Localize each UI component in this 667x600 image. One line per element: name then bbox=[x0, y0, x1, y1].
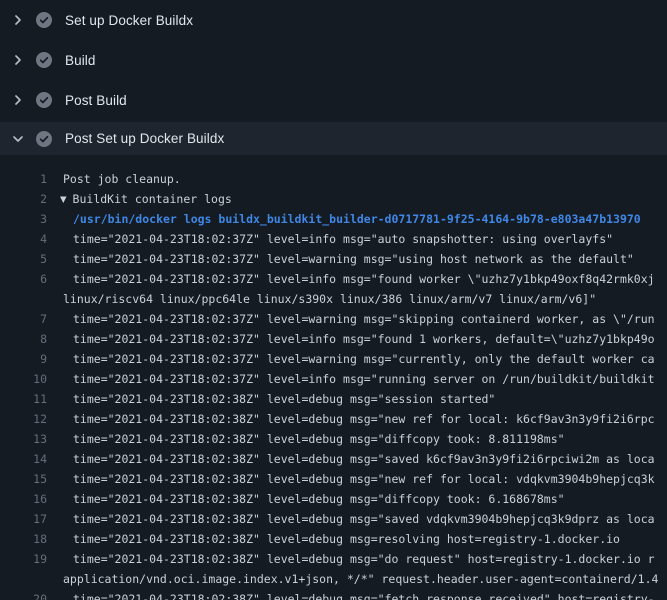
log-line-text: BuildKit container logs bbox=[73, 192, 232, 206]
steps-list: Set up Docker Buildx Build Post Build bbox=[0, 0, 667, 155]
step-section-label: Post Build bbox=[65, 93, 127, 108]
log-line: 12 time="2021-04-23T18:02:38Z" level=deb… bbox=[0, 409, 667, 429]
log-line-number[interactable]: 20 bbox=[0, 589, 47, 600]
log-line-text: time="2021-04-23T18:02:37Z" level=info m… bbox=[73, 272, 655, 286]
log-line: 20 time="2021-04-23T18:02:38Z" level=deb… bbox=[0, 589, 667, 600]
chevron-down-icon[interactable] bbox=[10, 131, 26, 147]
log-line-number[interactable]: 1 bbox=[0, 169, 47, 189]
log-line-text: /usr/bin/docker logs buildx_buildkit_bui… bbox=[73, 212, 641, 226]
check-circle-icon bbox=[36, 92, 52, 108]
log-line-text: time="2021-04-23T18:02:37Z" level=warnin… bbox=[73, 352, 655, 366]
section-post-set-up-docker-buildx[interactable]: Post Set up Docker Buildx bbox=[0, 122, 667, 155]
log-line-text: time="2021-04-23T18:02:37Z" level=info m… bbox=[73, 372, 655, 386]
chevron-right-icon[interactable] bbox=[10, 92, 26, 108]
log-line: 14 time="2021-04-23T18:02:38Z" level=deb… bbox=[0, 449, 667, 469]
log-line-text: time="2021-04-23T18:02:37Z" level=warnin… bbox=[73, 312, 655, 326]
log-line-number[interactable]: 16 bbox=[0, 489, 47, 509]
log-line: 9 time="2021-04-23T18:02:37Z" level=warn… bbox=[0, 349, 667, 369]
section-build[interactable]: Build bbox=[0, 40, 667, 80]
log-line: 4 time="2021-04-23T18:02:37Z" level=info… bbox=[0, 229, 667, 249]
log-line: 3 /usr/bin/docker logs buildx_buildkit_b… bbox=[0, 209, 667, 229]
actions-log-viewer: Set up Docker Buildx Build Post Build bbox=[0, 0, 667, 600]
log-line-number[interactable]: 10 bbox=[0, 369, 47, 389]
log-line-text: time="2021-04-23T18:02:38Z" level=debug … bbox=[73, 392, 495, 406]
log-line-number[interactable]: 5 bbox=[0, 249, 47, 269]
log-line-text: time="2021-04-23T18:02:37Z" level=info m… bbox=[73, 332, 655, 346]
step-section-label: Post Set up Docker Buildx bbox=[65, 131, 224, 146]
check-circle-icon bbox=[36, 131, 52, 147]
section-set-up-docker-buildx[interactable]: Set up Docker Buildx bbox=[0, 0, 667, 40]
log-line-text: time="2021-04-23T18:02:38Z" level=debug … bbox=[73, 412, 655, 426]
log-line: 1 Post job cleanup. bbox=[0, 169, 667, 189]
log-line-number[interactable]: 3 bbox=[0, 209, 47, 229]
check-circle-icon bbox=[36, 52, 52, 68]
log-line-text: time="2021-04-23T18:02:38Z" level=debug … bbox=[73, 592, 655, 600]
log-line-number[interactable]: 18 bbox=[0, 529, 47, 549]
log-line-number[interactable]: 9 bbox=[0, 349, 47, 369]
log-line-number[interactable] bbox=[0, 569, 47, 589]
log-line-text: time="2021-04-23T18:02:38Z" level=debug … bbox=[73, 432, 565, 446]
log-line-number[interactable]: 6 bbox=[0, 269, 47, 289]
log-line: 16 time="2021-04-23T18:02:38Z" level=deb… bbox=[0, 489, 667, 509]
log-group-toggle-icon[interactable]: ▼ bbox=[60, 190, 67, 209]
log-area: 1 Post job cleanup. 2 ▼ BuildKit containe… bbox=[0, 155, 667, 600]
step-section-label: Set up Docker Buildx bbox=[65, 13, 193, 28]
log-line-text: time="2021-04-23T18:02:37Z" level=info m… bbox=[73, 232, 613, 246]
log-line-text: linux/riscv64 linux/ppc64le linux/s390x … bbox=[63, 292, 596, 306]
step-section-label: Build bbox=[65, 53, 96, 68]
log-line-number[interactable]: 13 bbox=[0, 429, 47, 449]
log-line-number[interactable]: 14 bbox=[0, 449, 47, 469]
log-line-text: time="2021-04-23T18:02:38Z" level=debug … bbox=[73, 492, 565, 506]
log-line-text: application/vnd.oci.image.index.v1+json,… bbox=[63, 572, 658, 586]
log-line: 8 time="2021-04-23T18:02:37Z" level=info… bbox=[0, 329, 667, 349]
log-line-text: time="2021-04-23T18:02:38Z" level=debug … bbox=[73, 472, 655, 486]
log-line: 19 time="2021-04-23T18:02:38Z" level=deb… bbox=[0, 549, 667, 569]
log-line: 6 time="2021-04-23T18:02:37Z" level=info… bbox=[0, 269, 667, 289]
log-line: 11 time="2021-04-23T18:02:38Z" level=deb… bbox=[0, 389, 667, 409]
log-line: application/vnd.oci.image.index.v1+json,… bbox=[0, 569, 667, 589]
log-line-number[interactable]: 19 bbox=[0, 549, 47, 569]
log-line-text: time="2021-04-23T18:02:38Z" level=debug … bbox=[73, 512, 655, 526]
log-line-number[interactable]: 17 bbox=[0, 509, 47, 529]
log-line: 2 ▼ BuildKit container logs bbox=[0, 189, 667, 209]
log-line-text: time="2021-04-23T18:02:38Z" level=debug … bbox=[73, 552, 655, 566]
log-line: 5 time="2021-04-23T18:02:37Z" level=warn… bbox=[0, 249, 667, 269]
log-line-text: Post job cleanup. bbox=[63, 172, 181, 186]
log-line-text: time="2021-04-23T18:02:38Z" level=debug … bbox=[73, 452, 655, 466]
log-line-number[interactable]: 8 bbox=[0, 329, 47, 349]
log-line: linux/riscv64 linux/ppc64le linux/s390x … bbox=[0, 289, 667, 309]
log-line: 10 time="2021-04-23T18:02:37Z" level=inf… bbox=[0, 369, 667, 389]
log-line-number[interactable]: 7 bbox=[0, 309, 47, 329]
log-line-number[interactable]: 12 bbox=[0, 409, 47, 429]
log-line-number[interactable]: 4 bbox=[0, 229, 47, 249]
log-line: 7 time="2021-04-23T18:02:37Z" level=warn… bbox=[0, 309, 667, 329]
log-line: 13 time="2021-04-23T18:02:38Z" level=deb… bbox=[0, 429, 667, 449]
log-line-number[interactable]: 15 bbox=[0, 469, 47, 489]
log-line: 17 time="2021-04-23T18:02:38Z" level=deb… bbox=[0, 509, 667, 529]
log-line-number[interactable]: 2 bbox=[0, 189, 47, 209]
log-line: 15 time="2021-04-23T18:02:38Z" level=deb… bbox=[0, 469, 667, 489]
log-line-text: time="2021-04-23T18:02:38Z" level=debug … bbox=[73, 532, 620, 546]
check-circle-icon bbox=[36, 12, 52, 28]
log-line: 18 time="2021-04-23T18:02:38Z" level=deb… bbox=[0, 529, 667, 549]
log-line-number[interactable] bbox=[0, 289, 47, 309]
chevron-right-icon[interactable] bbox=[10, 12, 26, 28]
log-line-text: time="2021-04-23T18:02:37Z" level=warnin… bbox=[73, 252, 634, 266]
log-line-number[interactable]: 11 bbox=[0, 389, 47, 409]
chevron-right-icon[interactable] bbox=[10, 52, 26, 68]
section-post-build[interactable]: Post Build bbox=[0, 80, 667, 120]
